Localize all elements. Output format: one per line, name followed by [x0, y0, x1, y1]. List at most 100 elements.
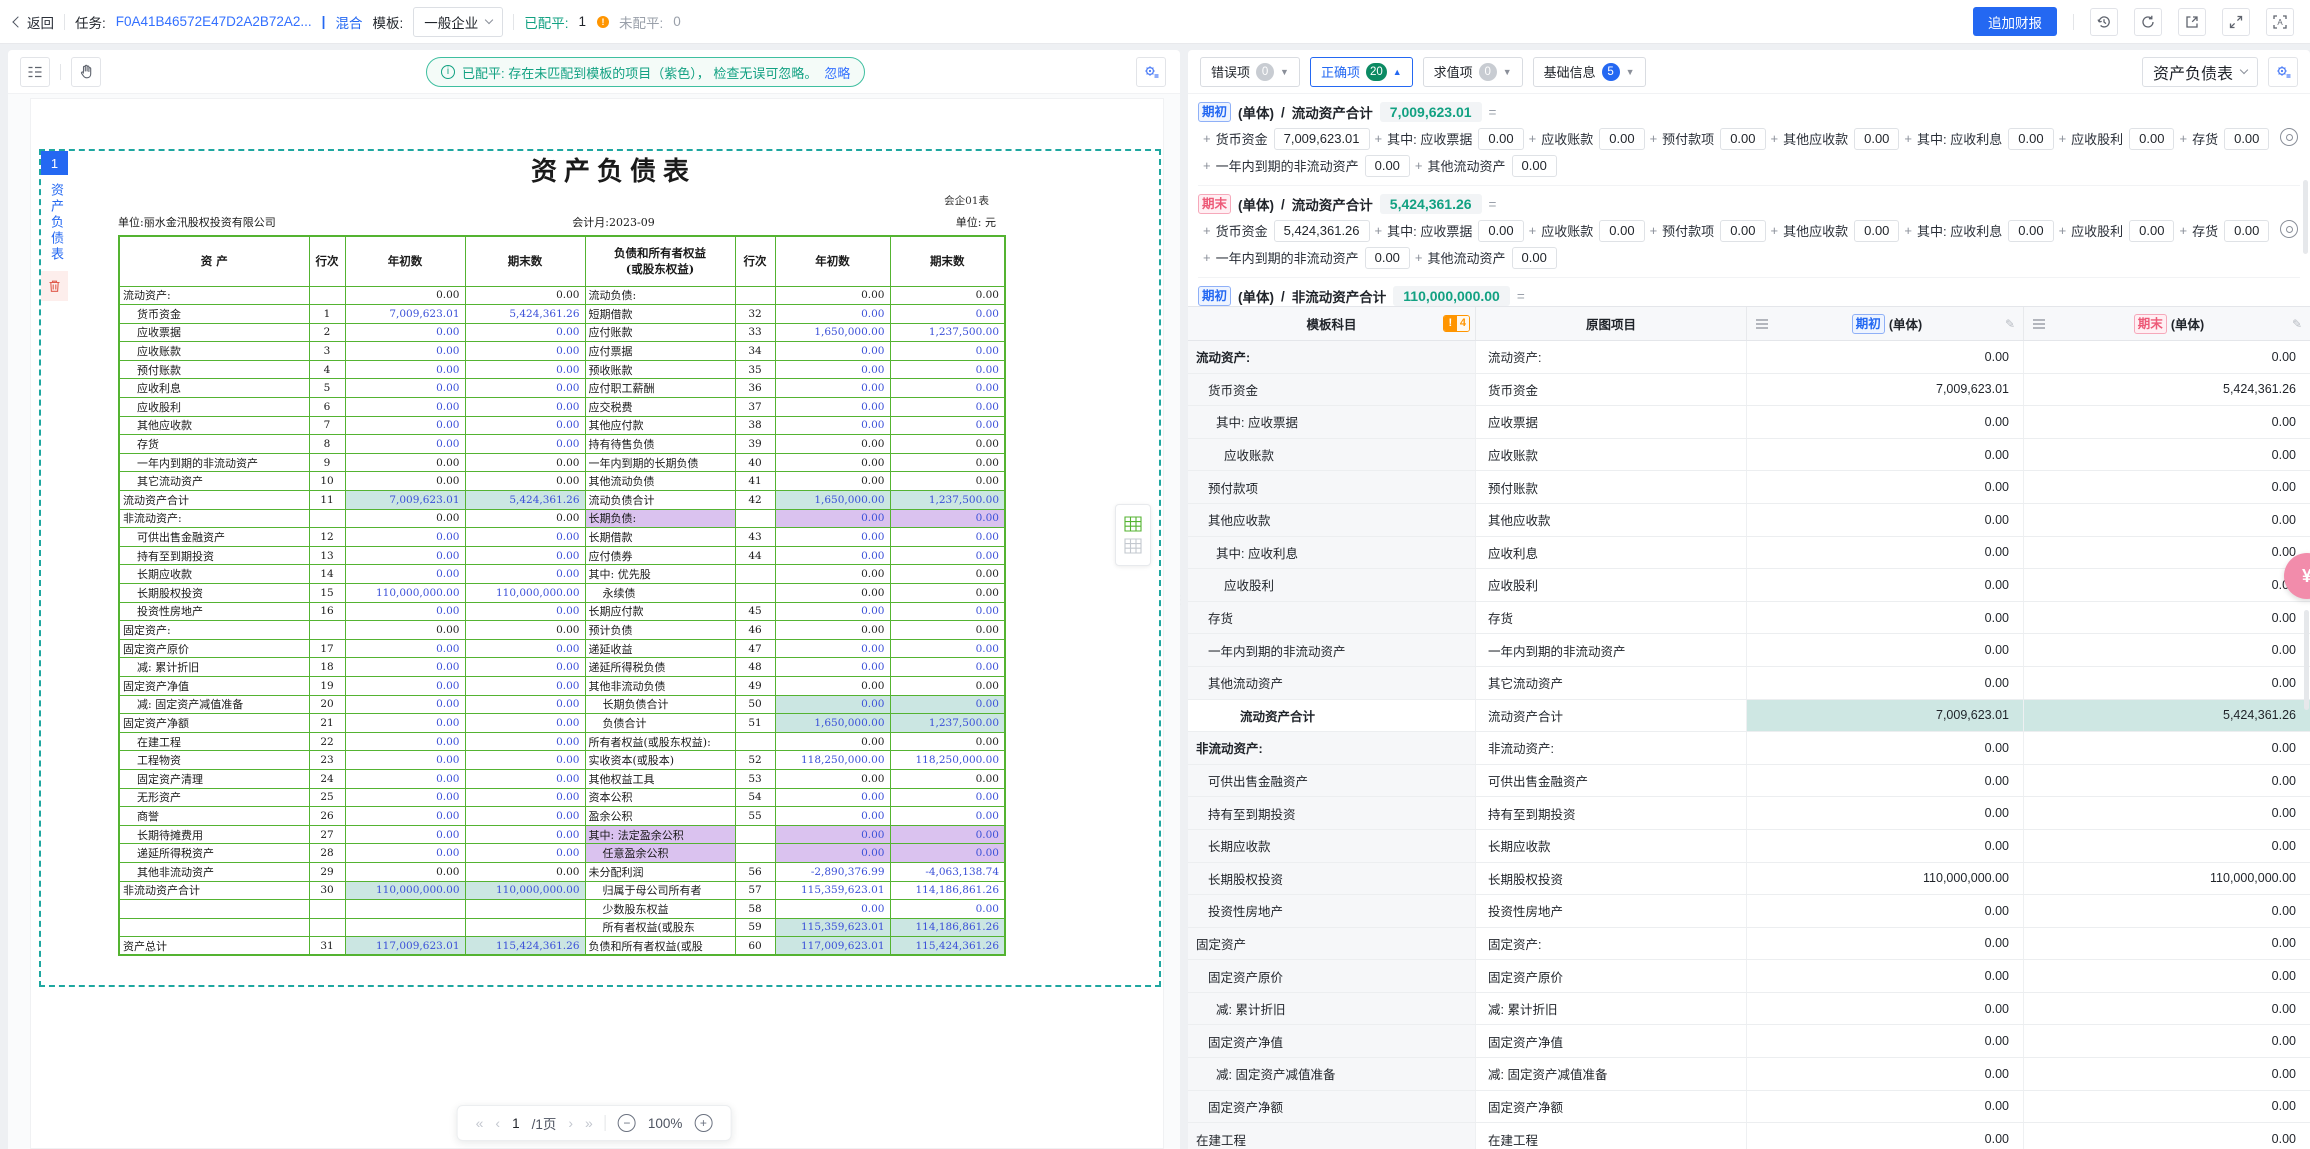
fullscreen-button[interactable]	[2222, 8, 2250, 36]
filter-button-求值项[interactable]: 求值项0▼	[1423, 57, 1523, 87]
back-button[interactable]: 返回	[14, 12, 54, 32]
liability-end-value[interactable]: 118,250,000.00	[890, 751, 1005, 770]
end-value-cell[interactable]: 0.00	[2024, 765, 2310, 797]
liability-begin-value[interactable]: 1,650,000.00	[775, 491, 890, 510]
term-value[interactable]: 0.00	[1720, 128, 1765, 150]
ignore-link[interactable]: 忽略	[824, 63, 850, 82]
begin-value-cell[interactable]: 0.00	[1747, 537, 2024, 569]
asset-begin-value[interactable]: 7,009,623.01	[345, 491, 465, 510]
liability-begin-value[interactable]: 0.00	[775, 788, 890, 807]
match-row[interactable]: 减: 累计折旧减: 累计折旧0.000.00	[1188, 993, 2310, 1026]
last-page-button[interactable]: »	[585, 1115, 593, 1131]
liability-end-value[interactable]: 0.00	[890, 379, 1005, 398]
asset-end-value[interactable]: 0.00	[465, 732, 585, 751]
term-value[interactable]: 0.00	[1365, 247, 1410, 269]
liability-end-value[interactable]: 0.00	[890, 398, 1005, 417]
template-select[interactable]: 一般企业	[413, 7, 503, 37]
asset-begin-value[interactable]: 0.00	[345, 732, 465, 751]
term-value[interactable]: 0.00	[1512, 155, 1557, 177]
panel-resize-handle[interactable]: ⋮⋮	[1180, 50, 1188, 1149]
pan-tool-button[interactable]	[71, 57, 101, 87]
liability-begin-value[interactable]: 0.00	[775, 435, 890, 454]
eye-icon[interactable]	[2280, 128, 2298, 146]
liability-end-value[interactable]: 0.00	[890, 286, 1005, 305]
begin-value-cell[interactable]: 0.00	[1747, 895, 2024, 927]
filter-button-基础信息[interactable]: 基础信息5▼	[1533, 57, 1646, 87]
asset-begin-value[interactable]: 0.00	[345, 398, 465, 417]
asset-begin-value[interactable]: 0.00	[345, 769, 465, 788]
end-value-cell[interactable]: 0.00	[2024, 895, 2310, 927]
liability-begin-value[interactable]: 0.00	[775, 509, 890, 528]
asset-end-value[interactable]: 0.00	[465, 546, 585, 565]
asset-end-value[interactable]: 0.00	[465, 286, 585, 305]
asset-end-value[interactable]: 0.00	[465, 398, 585, 417]
match-row[interactable]: 非流动资产:非流动资产:0.000.00	[1188, 732, 2310, 765]
asset-begin-value[interactable]: 0.00	[345, 453, 465, 472]
liability-end-value[interactable]: 0.00	[890, 807, 1005, 826]
match-row[interactable]: 应收股利应收股利0.000.00	[1188, 569, 2310, 602]
liability-end-value[interactable]: 0.00	[890, 472, 1005, 491]
begin-value-cell[interactable]: 0.00	[1747, 667, 2024, 699]
term-value[interactable]: 5,424,361.26	[1274, 220, 1370, 242]
liability-begin-value[interactable]: 118,250,000.00	[775, 751, 890, 770]
liability-begin-value[interactable]: 0.00	[775, 621, 890, 640]
zoom-in-button[interactable]: +	[694, 1114, 712, 1132]
asset-end-value[interactable]: 0.00	[465, 695, 585, 714]
liability-begin-value[interactable]: 0.00	[775, 900, 890, 919]
asset-begin-value[interactable]: 0.00	[345, 714, 465, 733]
asset-end-value[interactable]: 0.00	[465, 844, 585, 863]
liability-begin-value[interactable]: 0.00	[775, 286, 890, 305]
begin-value-cell[interactable]: 0.00	[1747, 830, 2024, 862]
eye-icon[interactable]	[2280, 220, 2298, 238]
sheet-select[interactable]: 资产负债表	[2142, 57, 2258, 87]
liability-end-value[interactable]: 0.00	[890, 584, 1005, 603]
warning-count-badge[interactable]: ! 4	[1443, 315, 1470, 332]
liability-end-value[interactable]: 0.00	[890, 639, 1005, 658]
liability-end-value[interactable]: 0.00	[890, 342, 1005, 361]
asset-begin-value[interactable]: 0.00	[345, 323, 465, 342]
audit-settings-button[interactable]	[2268, 57, 2298, 87]
table-grid-toggle-button[interactable]	[1115, 504, 1151, 566]
asset-begin-value[interactable]: 0.00	[345, 825, 465, 844]
term-value[interactable]: 0.00	[1599, 128, 1644, 150]
liability-begin-value[interactable]: 1,650,000.00	[775, 323, 890, 342]
begin-value-cell[interactable]: 0.00	[1747, 341, 2024, 373]
asset-end-value[interactable]: 0.00	[465, 342, 585, 361]
match-row[interactable]: 投资性房地产投资性房地产0.000.00	[1188, 895, 2310, 928]
asset-end-value[interactable]: 0.00	[465, 751, 585, 770]
liability-end-value[interactable]: 0.00	[890, 825, 1005, 844]
prev-page-button[interactable]: ‹	[495, 1115, 500, 1131]
zoom-out-button[interactable]: −	[618, 1114, 636, 1132]
delete-page-button[interactable]	[41, 271, 68, 301]
liability-end-value[interactable]: 0.00	[890, 676, 1005, 695]
asset-end-value[interactable]: 0.00	[465, 676, 585, 695]
asset-begin-value[interactable]: 0.00	[345, 844, 465, 863]
asset-begin-value[interactable]: 0.00	[345, 360, 465, 379]
asset-begin-value[interactable]: 0.00	[345, 602, 465, 621]
asset-begin-value[interactable]: 0.00	[345, 546, 465, 565]
match-row[interactable]: 流动资产合计流动资产合计7,009,623.015,424,361.26	[1188, 700, 2310, 733]
begin-value-cell[interactable]: 0.00	[1747, 471, 2024, 503]
liability-end-value[interactable]: 1,237,500.00	[890, 491, 1005, 510]
end-value-cell[interactable]: 0.00	[2024, 830, 2310, 862]
filter-button-错误项[interactable]: 错误项0▼	[1200, 57, 1300, 87]
asset-begin-value[interactable]: 0.00	[345, 509, 465, 528]
begin-value-cell[interactable]: 0.00	[1747, 504, 2024, 536]
asset-begin-value[interactable]: 0.00	[345, 807, 465, 826]
task-id-link[interactable]: F0A41B46572E47D2A2B72A2...	[116, 14, 312, 29]
asset-begin-value[interactable]: 0.00	[345, 639, 465, 658]
liability-end-value[interactable]: 0.00	[890, 546, 1005, 565]
end-value-cell[interactable]: 0.00	[2024, 1091, 2310, 1123]
liability-begin-value[interactable]: 0.00	[775, 453, 890, 472]
asset-begin-value[interactable]: 0.00	[345, 862, 465, 881]
begin-value-cell[interactable]: 0.00	[1747, 960, 2024, 992]
asset-begin-value[interactable]: 0.00	[345, 658, 465, 677]
term-value[interactable]: 0.00	[1854, 128, 1899, 150]
liability-begin-value[interactable]: -2,890,376.99	[775, 862, 890, 881]
term-value[interactable]: 0.00	[2129, 220, 2174, 242]
begin-value-cell[interactable]: 7,009,623.01	[1747, 374, 2024, 406]
liability-end-value[interactable]: 0.00	[890, 528, 1005, 547]
liability-begin-value[interactable]: 115,359,623.01	[775, 918, 890, 937]
liability-begin-value[interactable]: 1,650,000.00	[775, 714, 890, 733]
match-row[interactable]: 在建工程在建工程0.000.00	[1188, 1123, 2310, 1149]
